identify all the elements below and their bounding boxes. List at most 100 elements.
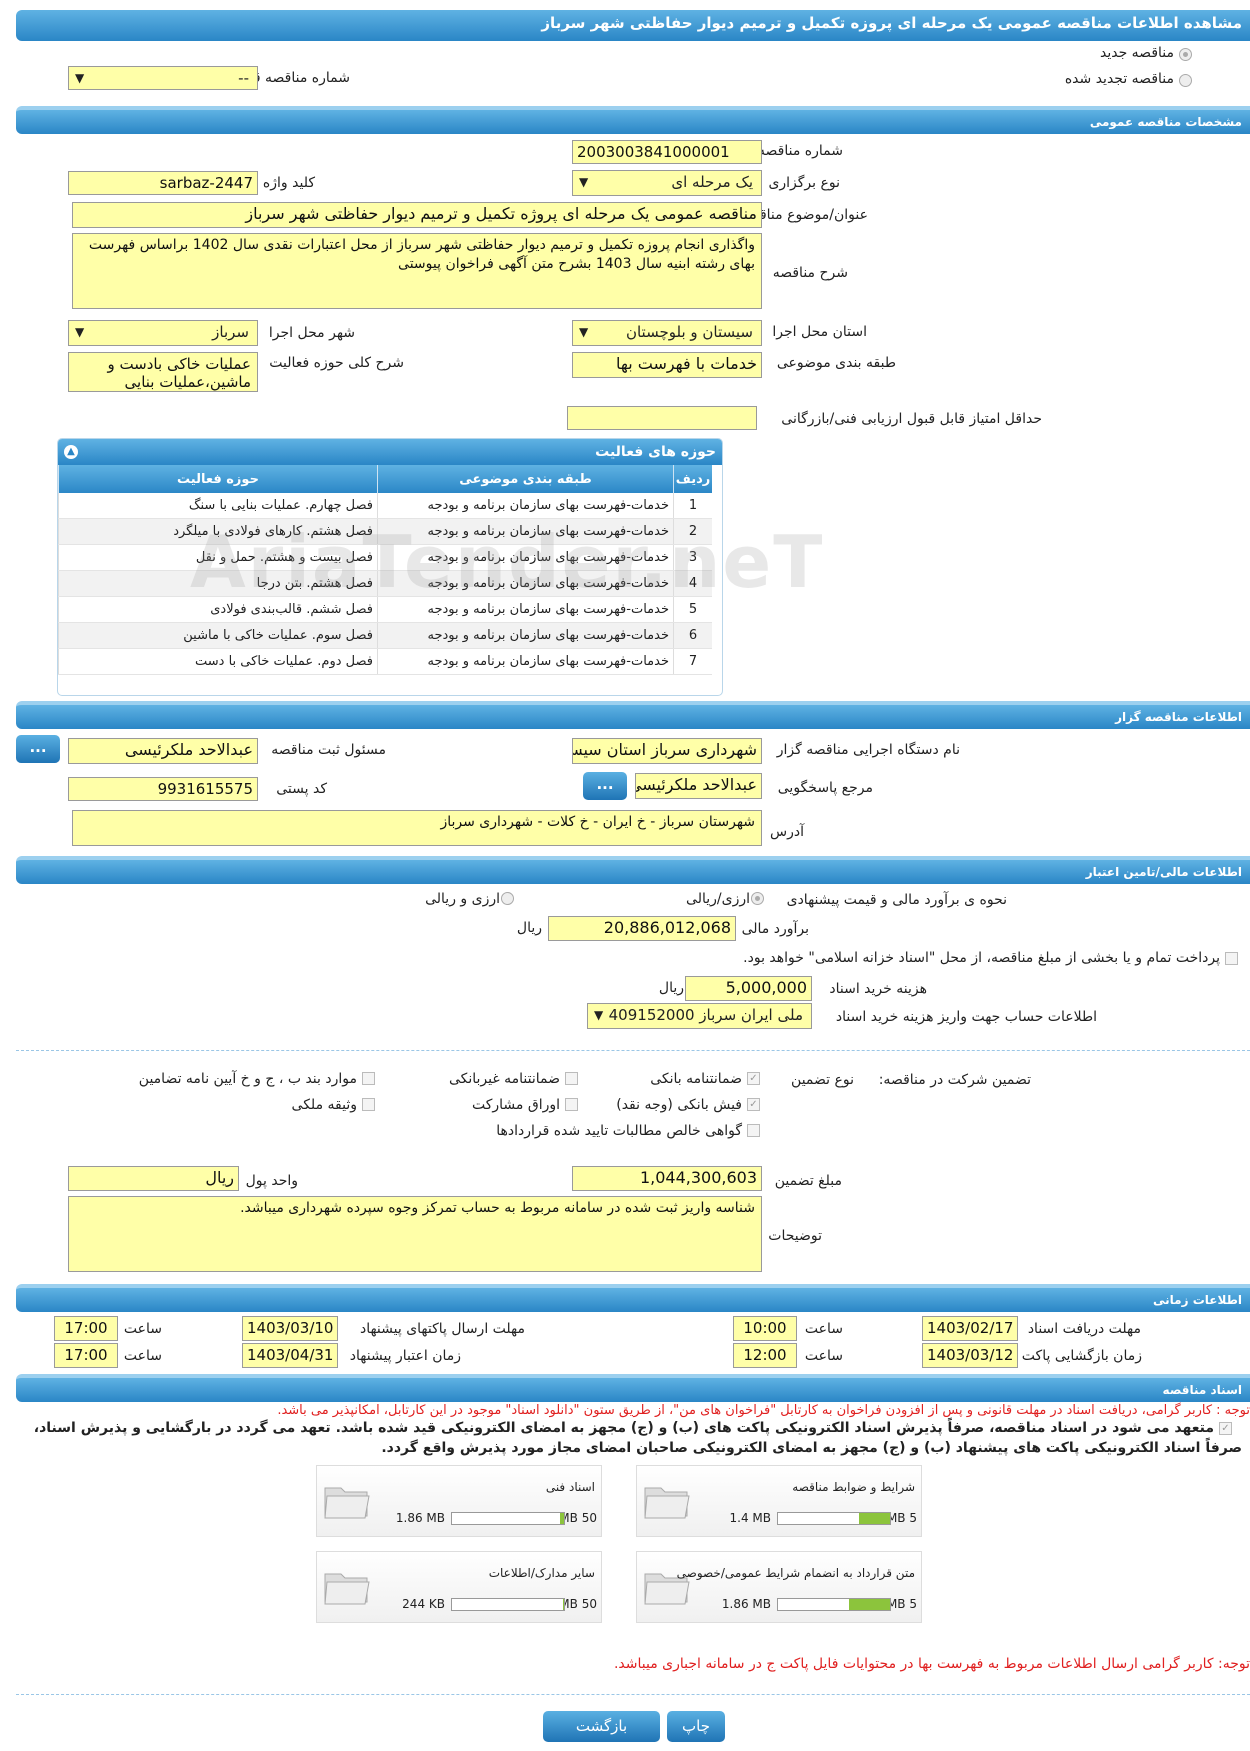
renewed-tender-radio[interactable] xyxy=(1179,74,1192,87)
activities-title: حوزه های فعالیت xyxy=(595,444,716,460)
opening-field[interactable]: 1403/03/12 xyxy=(922,1343,1018,1368)
row-activity: فصل دوم. عملیات خاکی با دست xyxy=(58,648,378,675)
doc-fee-field[interactable]: 5,000,000 xyxy=(685,976,812,1001)
estimate-label: برآورد مالی xyxy=(741,921,809,937)
currency-unit-field[interactable]: ریال xyxy=(68,1166,239,1191)
province-value: سیستان و بلوچستان xyxy=(625,323,753,341)
file-name: شرایط و ضوابط مناقصه xyxy=(792,1480,915,1494)
notes-field[interactable]: شناسه واریز ثبت شده در سامانه مربوط به ح… xyxy=(68,1196,762,1272)
postal-code-field[interactable]: 9931615575 xyxy=(68,777,258,801)
description-label: شرح مناقصه xyxy=(772,265,848,281)
doc-fee-currency: ریال xyxy=(658,980,684,996)
validity-time-field[interactable]: 17:00 xyxy=(54,1343,118,1368)
currency-unit-label: واحد پول xyxy=(245,1173,298,1189)
doc-deadline-field[interactable]: 1403/02/17 xyxy=(922,1316,1018,1341)
col-row-number: ردیف xyxy=(673,465,712,493)
file-terms[interactable]: شرایط و ضوابط مناقصه 5 MB 1.4 MB xyxy=(636,1465,922,1537)
bank-guarantee-checkbox[interactable]: ✓ xyxy=(747,1072,760,1085)
row-category: خدمات-فهرست بهای سازمان برنامه و بودجه xyxy=(377,648,674,675)
file-technical[interactable]: اسناد فنی 50 MB 1.86 MB xyxy=(316,1465,602,1537)
file-size: 1.86 MB xyxy=(395,1511,445,1525)
currency-and-rial-radio[interactable] xyxy=(501,892,514,905)
finance-section-bar: اطلاعات مالی/تامین اعتبار xyxy=(16,856,1250,884)
file-progress xyxy=(777,1598,891,1611)
bank-receipt-checkbox[interactable]: ✓ xyxy=(747,1098,760,1111)
new-tender-radio[interactable] xyxy=(1179,48,1192,61)
doc-deadline-label: مهلت دریافت اسناد xyxy=(1027,1321,1141,1337)
min-score-field[interactable] xyxy=(567,406,757,430)
estimate-field[interactable]: 20,886,012,068 xyxy=(548,916,736,941)
download-note: توجه : کاربر گرامی، دریافت اسناد در مهلت… xyxy=(277,1403,1250,1418)
responder-more-button[interactable]: ... xyxy=(583,772,627,800)
guarantee-amount-field[interactable]: 1,044,300,603 xyxy=(572,1166,762,1191)
back-button[interactable]: بازگشت xyxy=(543,1711,660,1742)
row-category: خدمات-فهرست بهای سازمان برنامه و بودجه xyxy=(377,622,674,649)
table-row: 1 خدمات-فهرست بهای سازمان برنامه و بودجه ف… xyxy=(58,493,712,519)
city-label: شهر محل اجرا xyxy=(268,325,355,341)
keyword-label: کلید واژه xyxy=(262,175,315,191)
general-section-bar: مشخصات مناقصه عمومی xyxy=(16,106,1250,134)
opening-time-label: ساعت xyxy=(804,1348,843,1364)
row-activity: فصل سوم. عملیات خاکی با ماشین xyxy=(58,622,378,649)
registrar-more-button[interactable]: ... xyxy=(16,735,60,763)
responder-field[interactable]: عبدالاحد ملکرئیسی xyxy=(635,773,762,799)
opening-time-field[interactable]: 12:00 xyxy=(733,1343,797,1368)
regulation-items-checkbox[interactable] xyxy=(362,1072,375,1085)
file-size: 1.4 MB xyxy=(729,1511,771,1525)
guarantee-type-label: نوع تضمین xyxy=(791,1072,854,1088)
submit-deadline-field[interactable]: 1403/03/10 xyxy=(242,1316,338,1341)
nonbank-guarantee-checkbox[interactable] xyxy=(565,1072,578,1085)
account-select[interactable]: ملی ایران سرباز 409152000 ▼ xyxy=(587,1003,812,1029)
currency-rial-radio[interactable] xyxy=(751,892,764,905)
file-name: سایر مدارک/اطلاعات xyxy=(488,1566,595,1580)
city-select[interactable]: سرباز ▼ xyxy=(68,320,258,346)
file-name: اسناد فنی xyxy=(545,1480,595,1494)
keyword-field[interactable]: sarbaz-2447 xyxy=(68,171,258,195)
commit-checkbox[interactable]: ✓ xyxy=(1219,1422,1232,1435)
row-number: 1 xyxy=(673,493,712,519)
print-button[interactable]: چاپ xyxy=(667,1711,725,1742)
claims-certificate-checkbox[interactable] xyxy=(747,1124,760,1137)
file-other[interactable]: سایر مدارک/اطلاعات 50 MB 244 KB xyxy=(316,1551,602,1623)
file-contract[interactable]: متن قرارداد به انضمام شرایط عمومی/خصوصی … xyxy=(636,1551,922,1623)
postal-code-label: کد پستی xyxy=(276,781,327,797)
file-progress-fill xyxy=(559,1513,564,1524)
estimate-currency: ریال xyxy=(516,920,542,936)
category-field[interactable]: خدمات با فهرست بها xyxy=(572,352,762,378)
bonds-checkbox[interactable] xyxy=(565,1098,578,1111)
chevron-down-icon: ▼ xyxy=(594,1008,604,1022)
address-field[interactable]: شهرستان سرباز - خ ایران - خ کلات - شهردا… xyxy=(72,810,762,846)
registrar-label: مسئول ثبت مناقصه xyxy=(271,742,386,758)
documents-section-title: اسناد مناقصه xyxy=(1162,1383,1242,1397)
province-select[interactable]: سیستان و بلوچستان ▼ xyxy=(572,320,762,346)
registrar-field[interactable]: عبدالاحد ملکرئیسی xyxy=(68,738,258,764)
tender-type-select[interactable]: یک مرحله ای ▼ xyxy=(572,170,762,196)
divider xyxy=(16,1050,1250,1051)
tender-type-value: یک مرحله ای xyxy=(671,173,753,191)
prev-number-select[interactable]: -- ▼ xyxy=(68,66,258,90)
tender-type-label: نوع برگزاری xyxy=(768,175,840,191)
property-collateral-checkbox[interactable] xyxy=(362,1098,375,1111)
file-progress-fill xyxy=(858,1513,890,1524)
commit-line-2: صرفاً اسناد الکترونیکی پاکت های پیشنهاد … xyxy=(381,1440,1242,1456)
tender-number-field[interactable]: 2003003841000001 xyxy=(572,140,762,164)
file-name: متن قرارداد به انضمام شرایط عمومی/خصوصی xyxy=(676,1566,915,1580)
city-value: سرباز xyxy=(212,323,249,341)
province-label: استان محل اجرا xyxy=(772,324,867,340)
treasury-checkbox[interactable] xyxy=(1225,952,1238,965)
collapse-icon[interactable]: ▲ xyxy=(64,445,78,459)
scope-field[interactable]: عملیات خاکی بادست و ماشین،عملیات بنایی xyxy=(68,352,258,392)
validity-field[interactable]: 1403/04/31 xyxy=(242,1343,338,1368)
submit-deadline-time-field[interactable]: 17:00 xyxy=(54,1316,118,1341)
validity-time-label: ساعت xyxy=(123,1348,162,1364)
description-field[interactable]: واگذاری انجام پروزه تکمیل و ترمیم دیوار … xyxy=(72,233,762,309)
subject-field[interactable]: مناقصه عمومی یک مرحله ای پروژه تکمیل و ت… xyxy=(72,202,762,228)
agency-field[interactable]: شهرداری سرباز استان سیستان xyxy=(572,738,762,764)
bank-guarantee-label: ضمانتنامه بانکی xyxy=(650,1071,742,1087)
file-progress-fill xyxy=(562,1599,564,1610)
doc-deadline-time-field[interactable]: 10:00 xyxy=(733,1316,797,1341)
responder-label: مرجع پاسخگویی xyxy=(777,780,873,796)
timing-section-title: اطلاعات زمانی xyxy=(1153,1293,1242,1307)
agency-label: نام دستگاه اجرایی مناقصه گزار xyxy=(776,742,960,758)
address-label: آدرس xyxy=(770,824,804,840)
